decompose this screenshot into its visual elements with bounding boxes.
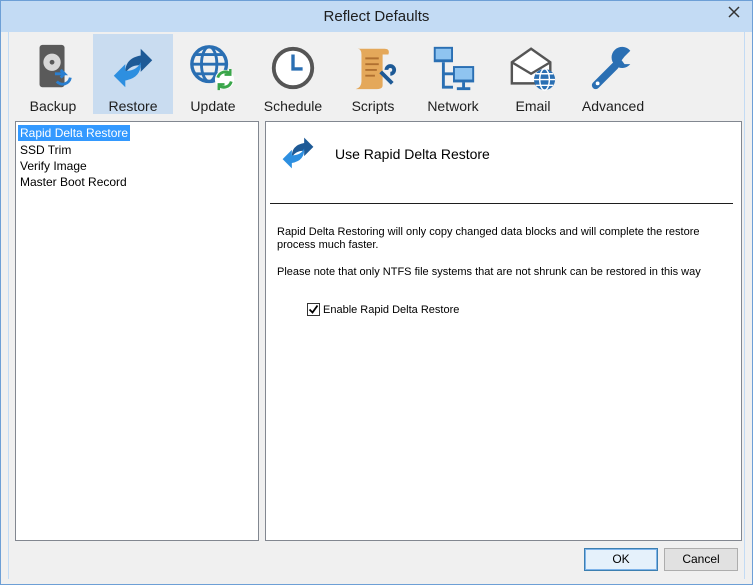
tab-schedule-label: Schedule bbox=[263, 98, 323, 114]
tab-restore[interactable]: Restore bbox=[93, 34, 173, 114]
clock-icon bbox=[271, 46, 315, 90]
tab-backup[interactable]: Backup bbox=[13, 34, 93, 114]
ok-button[interactable]: OK bbox=[584, 548, 658, 571]
checkbox-box[interactable] bbox=[307, 303, 320, 316]
email-icon bbox=[510, 47, 556, 91]
tab-email-label: Email bbox=[515, 98, 551, 114]
settings-list[interactable]: Rapid Delta Restore SSD Trim Verify Imag… bbox=[15, 121, 259, 541]
close-icon bbox=[728, 6, 740, 18]
enable-rapid-delta-checkbox[interactable]: Enable Rapid Delta Restore bbox=[307, 303, 459, 316]
tab-advanced-label: Advanced bbox=[581, 98, 645, 114]
cancel-button[interactable]: Cancel bbox=[664, 548, 738, 571]
panel-description: Rapid Delta Restoring will only copy cha… bbox=[277, 226, 700, 251]
settings-panel: Use Rapid Delta Restore Rapid Delta Rest… bbox=[265, 121, 742, 541]
divider bbox=[270, 203, 733, 204]
tab-backup-label: Backup bbox=[29, 98, 77, 114]
list-item-master-boot-record[interactable]: Master Boot Record bbox=[18, 174, 256, 190]
restore-arrows-icon bbox=[113, 48, 153, 88]
update-globe-icon bbox=[190, 45, 235, 91]
tab-email[interactable]: Email bbox=[493, 34, 573, 114]
backup-disk-icon bbox=[39, 44, 72, 88]
title-bar[interactable]: Reflect Defaults bbox=[1, 1, 752, 32]
list-item-ssd-trim[interactable]: SSD Trim bbox=[18, 142, 256, 158]
tab-scripts[interactable]: Scripts bbox=[333, 34, 413, 114]
dialog-window: Reflect Defaults Backup Restore Update S… bbox=[0, 0, 753, 585]
toolbar: Backup Restore Update Schedule Scripts N… bbox=[11, 34, 661, 114]
tab-update[interactable]: Update bbox=[173, 34, 253, 114]
tab-update-label: Update bbox=[190, 98, 236, 114]
tab-network[interactable]: Network bbox=[413, 34, 493, 114]
wrench-icon bbox=[591, 46, 631, 90]
list-item-rapid-delta-restore[interactable]: Rapid Delta Restore bbox=[18, 125, 131, 141]
panel-title: Use Rapid Delta Restore bbox=[335, 146, 490, 162]
tab-restore-label: Restore bbox=[108, 98, 158, 114]
tab-scripts-label: Scripts bbox=[351, 98, 395, 114]
tab-advanced[interactable]: Advanced bbox=[573, 34, 653, 114]
network-icon bbox=[433, 46, 475, 91]
tab-schedule[interactable]: Schedule bbox=[253, 34, 333, 114]
checkmark-icon bbox=[308, 304, 319, 314]
restore-arrows-icon bbox=[282, 137, 314, 169]
window-title: Reflect Defaults bbox=[323, 8, 430, 25]
tab-network-label: Network bbox=[427, 98, 479, 114]
script-scroll-icon bbox=[355, 48, 397, 90]
panel-note: Please note that only NTFS file systems … bbox=[277, 266, 701, 278]
list-item-verify-image[interactable]: Verify Image bbox=[18, 158, 256, 174]
close-button[interactable] bbox=[720, 2, 748, 22]
checkbox-label: Enable Rapid Delta Restore bbox=[323, 303, 460, 316]
